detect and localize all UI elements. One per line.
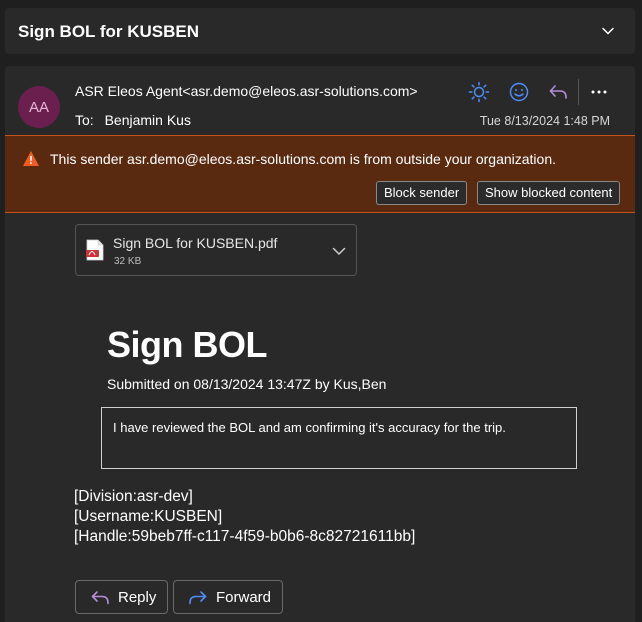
username-line: [Username:KUSBEN] [74, 508, 223, 525]
emoji-icon[interactable] [508, 81, 530, 103]
message-card: AA ASR Eleos Agent<asr.demo@eleos.asr-so… [5, 66, 635, 622]
header-divider [578, 79, 579, 105]
subject-bar: Sign BOL for KUSBEN [5, 8, 635, 54]
reply-button[interactable]: Reply [75, 580, 168, 614]
recipient-name[interactable]: Benjamin Kus [105, 112, 191, 128]
block-sender-button[interactable]: Block sender [376, 181, 468, 205]
document-title: Sign BOL [107, 324, 268, 365]
more-icon[interactable] [588, 81, 610, 103]
pdf-icon [86, 239, 104, 261]
attachment-size: 32 KB [114, 256, 142, 267]
warning-icon [23, 151, 39, 166]
warning-text: This sender asr.demo@eleos.asr-solutions… [50, 151, 556, 167]
attachment-card[interactable]: Sign BOL for KUSBEN.pdf 32 KB [75, 224, 357, 276]
subject-title: Sign BOL for KUSBEN [18, 22, 200, 41]
statement-text: I have reviewed the BOL and am confirmin… [113, 420, 506, 435]
statement-box: I have reviewed the BOL and am confirmin… [101, 407, 577, 469]
handle-line: [Handle:59beb7ff-c117-4f59-b0b6-8c827216… [74, 528, 416, 545]
sender-name[interactable]: ASR Eleos Agent<asr.demo@eleos.asr-solut… [75, 83, 418, 99]
chevron-down-icon[interactable] [332, 245, 346, 257]
reply-icon[interactable] [547, 81, 569, 103]
reply-icon [91, 591, 109, 605]
message-date: Tue 8/13/2024 1:48 PM [479, 114, 610, 128]
forward-button[interactable]: Forward [173, 580, 283, 614]
forward-label: Forward [216, 589, 272, 606]
reply-label: Reply [118, 589, 157, 606]
forward-icon [189, 591, 207, 605]
to-label: To: [75, 112, 94, 128]
submitted-line: Submitted on 08/13/2024 13:47Z by Kus,Be… [107, 376, 387, 392]
division-line: [Division:asr-dev] [74, 488, 193, 505]
external-sender-warning: This sender asr.demo@eleos.asr-solutions… [5, 135, 635, 213]
recipient-line: To: Benjamin Kus [75, 112, 191, 128]
sun-icon[interactable] [468, 81, 490, 103]
avatar[interactable]: AA [18, 86, 60, 128]
show-blocked-content-button[interactable]: Show blocked content [477, 181, 621, 205]
chevron-down-icon[interactable] [601, 24, 615, 38]
attachment-name: Sign BOL for KUSBEN.pdf [113, 235, 278, 251]
